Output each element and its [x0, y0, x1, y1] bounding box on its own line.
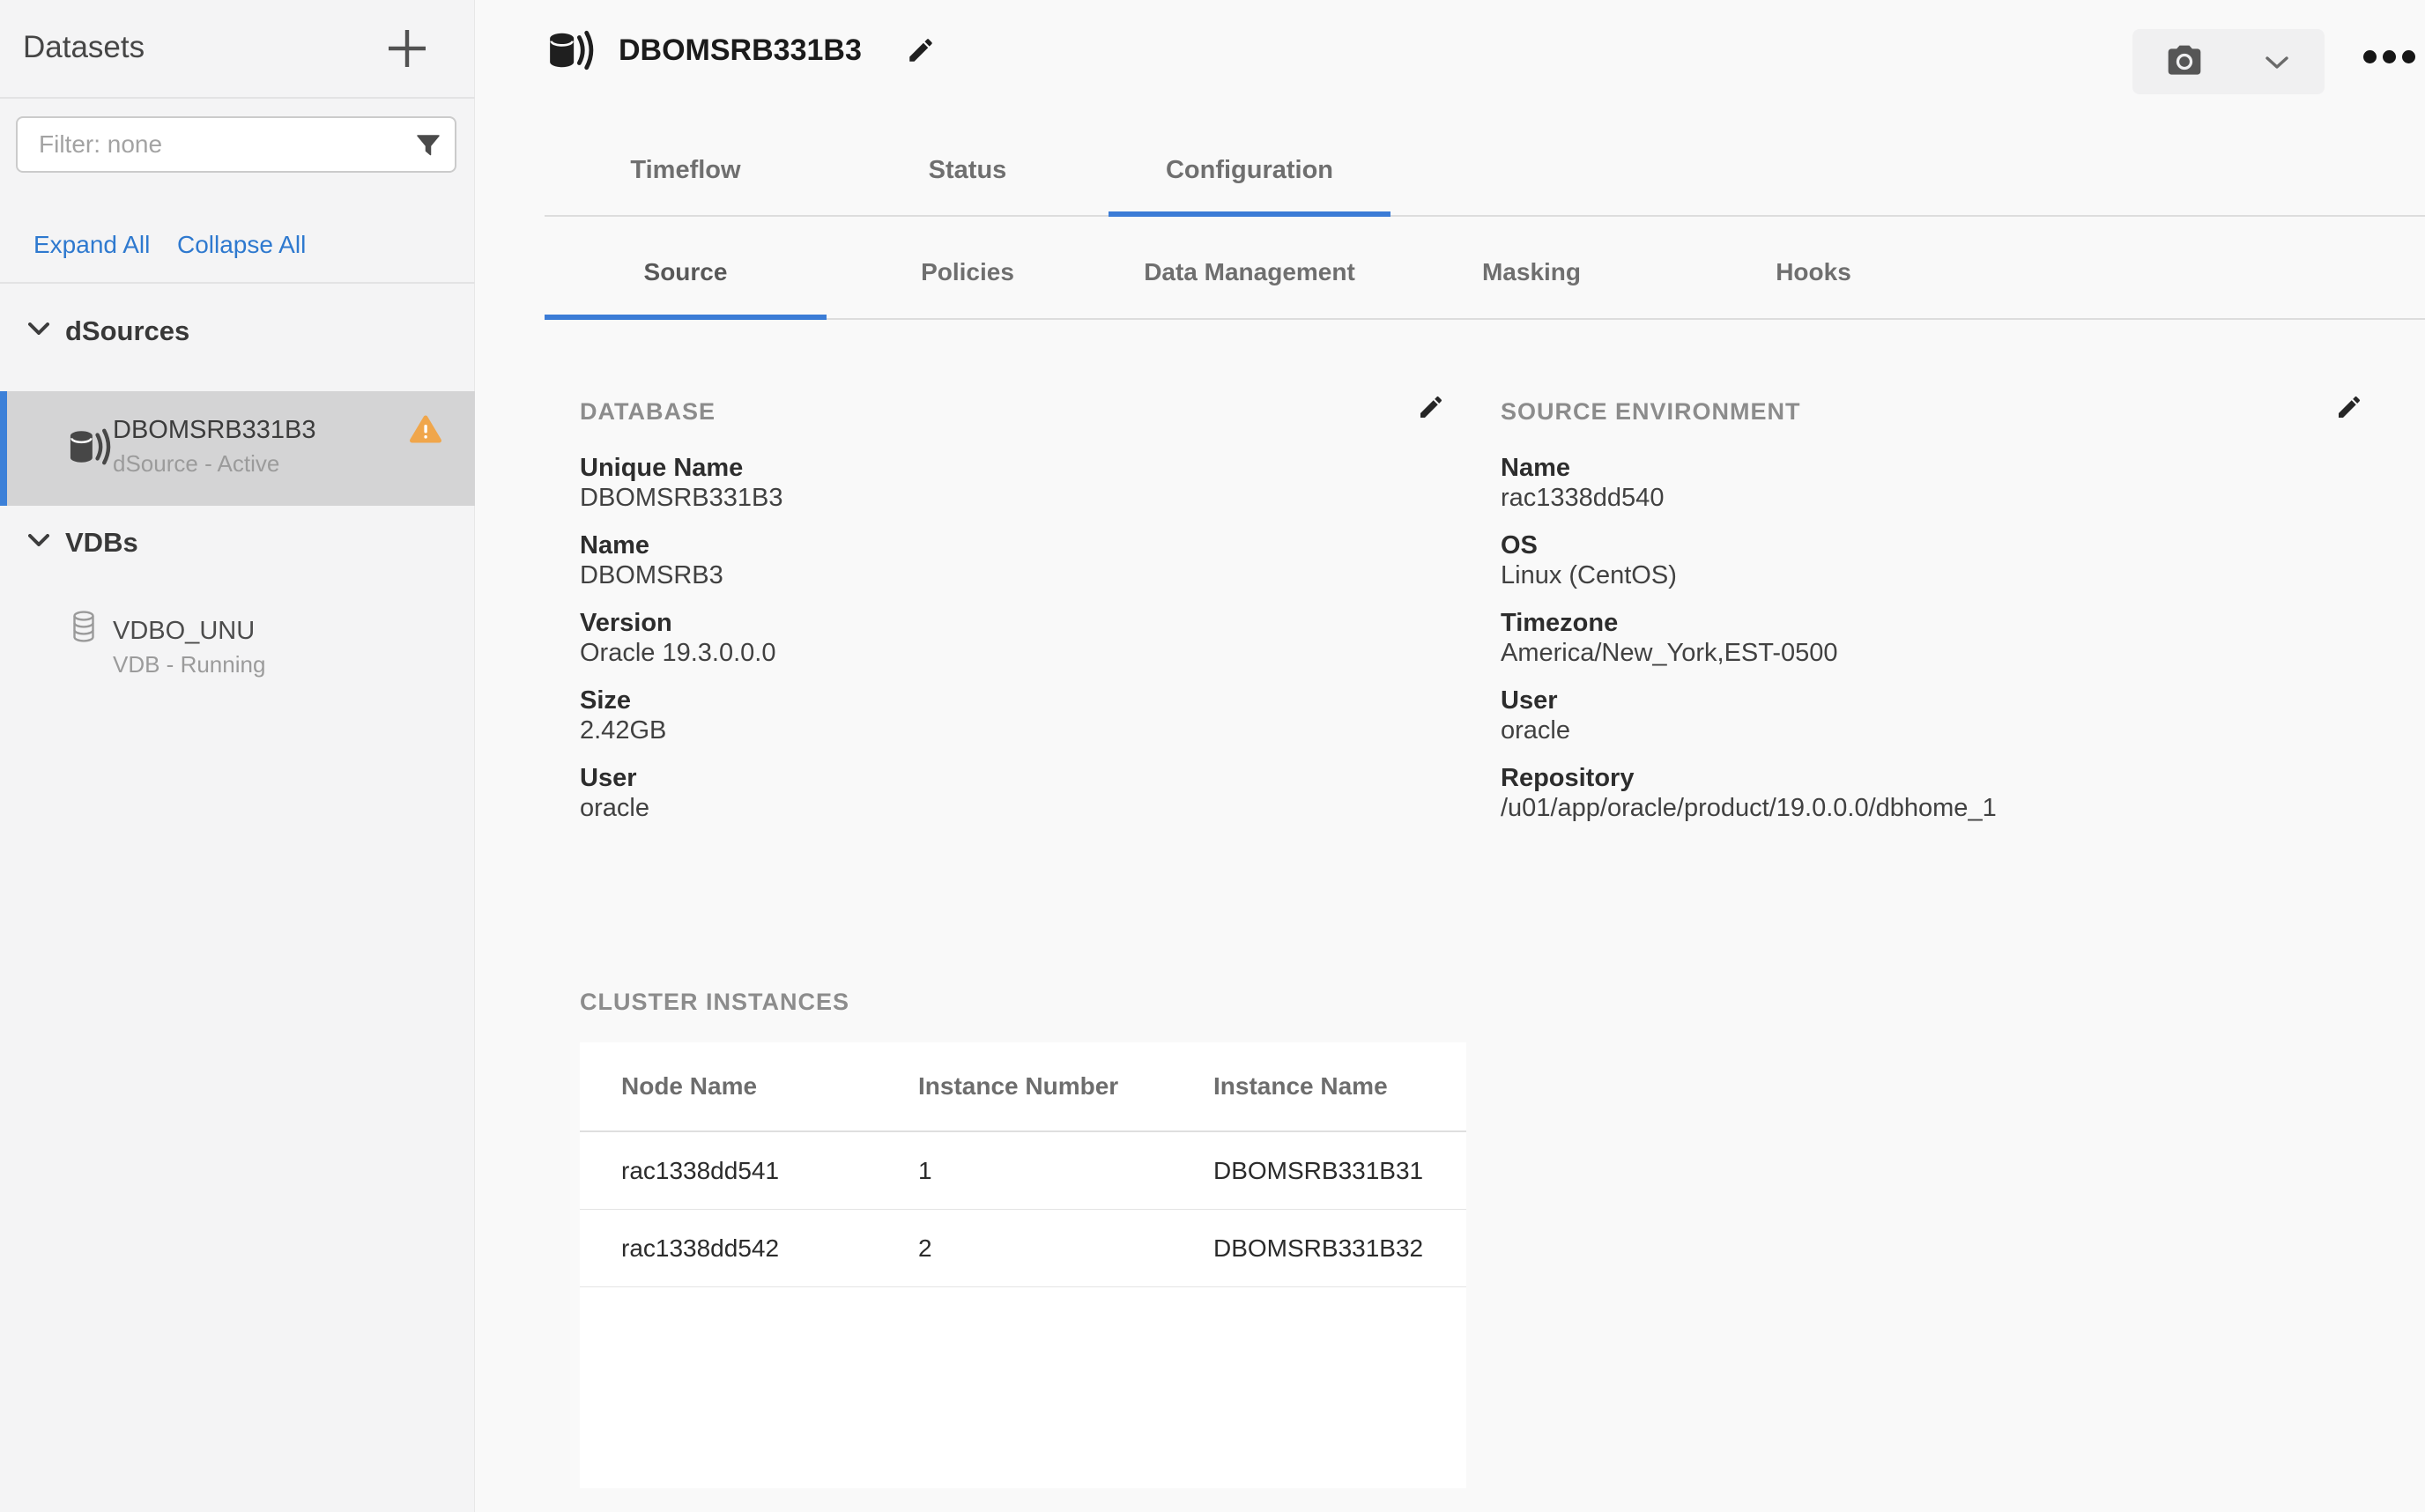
field-value: /u01/app/oracle/product/19.0.0.0/dbhome_… [1501, 793, 2364, 823]
cell-instance-name: DBOMSRB331B32 [1213, 1234, 1466, 1263]
dataset-name: DBOMSRB331B3 [113, 416, 316, 445]
field-repository: Repository /u01/app/oracle/product/19.0.… [1501, 763, 2364, 823]
field-label: Timezone [1501, 608, 2364, 638]
more-actions-button[interactable] [2363, 50, 2415, 63]
tab-timeflow[interactable]: Timeflow [545, 125, 827, 215]
ellipsis-dot [2402, 50, 2415, 63]
subtab-masking[interactable]: Masking [1390, 218, 1672, 318]
sidebar-item-dbomsrb331b3[interactable]: DBOMSRB331B3 dSource - Active [0, 391, 475, 506]
field-label: Version [580, 608, 1443, 638]
ellipsis-dot [2363, 50, 2377, 63]
chevron-down-icon[interactable] [2265, 56, 2289, 70]
chevron-down-icon [28, 534, 49, 546]
filter-box [16, 116, 456, 173]
edit-source-environment-pencil-icon[interactable] [2335, 393, 2363, 421]
configuration-subtabbar: Source Policies Data Management Masking … [545, 218, 2425, 320]
cell-instance-name: DBOMSRB331B31 [1213, 1157, 1466, 1185]
field-value: oracle [580, 793, 1443, 823]
field-label: Repository [1501, 763, 2364, 793]
expand-all-link[interactable]: Expand All [33, 231, 150, 259]
snapshot-button-group[interactable] [2132, 29, 2325, 94]
chevron-down-icon [28, 322, 49, 335]
field-unique-name: Unique Name DBOMSRB331B3 [580, 453, 1443, 513]
field-value: oracle [1501, 715, 2364, 745]
sidebar-item-vdbo-unu[interactable]: VDBO_UNU VDB - Running [0, 599, 475, 687]
subtab-data-management[interactable]: Data Management [1109, 218, 1390, 318]
edit-title-pencil-icon[interactable] [906, 35, 936, 65]
subtab-hooks[interactable]: Hooks [1672, 218, 1954, 318]
sidebar-group-vdbs[interactable]: VDBs [0, 522, 475, 574]
camera-icon[interactable] [2164, 42, 2205, 81]
field-label: User [580, 763, 1443, 793]
field-value: Linux (CentOS) [1501, 560, 2364, 590]
table-row[interactable]: rac1338dd541 1 DBOMSRB331B31 [580, 1132, 1466, 1210]
source-environment-section-label: SOURCE ENVIRONMENT [1501, 398, 1801, 426]
cell-node-name: rac1338dd541 [621, 1157, 918, 1185]
field-value: DBOMSRB3 [580, 560, 1443, 590]
field-value: Oracle 19.3.0.0.0 [580, 638, 1443, 668]
page-title: DBOMSRB331B3 [619, 33, 862, 68]
group-label: VDBs [65, 527, 138, 559]
dataset-status: VDB - Running [113, 651, 265, 678]
group-label: dSources [65, 315, 189, 347]
edit-database-pencil-icon[interactable] [1417, 393, 1445, 421]
field-value: rac1338dd540 [1501, 483, 2364, 513]
sidebar-divider [0, 97, 475, 99]
subtab-source[interactable]: Source [545, 218, 827, 318]
field-label: Size [580, 686, 1443, 715]
field-label: Name [580, 530, 1443, 560]
field-value: DBOMSRB331B3 [580, 483, 1443, 513]
field-label: Unique Name [580, 453, 1443, 483]
sidebar-divider [0, 282, 475, 284]
add-dataset-button[interactable] [385, 26, 429, 70]
sidebar-title: Datasets [23, 30, 145, 65]
ellipsis-dot [2383, 50, 2396, 63]
dataset-status: dSource - Active [113, 450, 279, 478]
filter-funnel-icon[interactable] [416, 134, 441, 157]
vdb-database-icon [70, 610, 97, 643]
dsource-icon [67, 426, 111, 467]
field-version: Version Oracle 19.3.0.0.0 [580, 608, 1443, 668]
field-value: America/New_York,EST-0500 [1501, 638, 2364, 668]
tab-configuration[interactable]: Configuration [1109, 125, 1390, 215]
cell-node-name: rac1338dd542 [621, 1234, 918, 1263]
field-timezone: Timezone America/New_York,EST-0500 [1501, 608, 2364, 668]
cell-instance-number: 1 [918, 1157, 1213, 1185]
field-user: User oracle [1501, 686, 2364, 745]
field-os: OS Linux (CentOS) [1501, 530, 2364, 590]
database-section-label: DATABASE [580, 398, 716, 426]
cell-instance-number: 2 [918, 1234, 1213, 1263]
cluster-instances-table: Node Name Instance Number Instance Name … [580, 1042, 1466, 1488]
cluster-instances-section-label: CLUSTER INSTANCES [580, 989, 849, 1016]
dsource-icon [546, 28, 594, 72]
field-label: OS [1501, 530, 2364, 560]
table-header-row: Node Name Instance Number Instance Name [580, 1042, 1466, 1132]
main-tabbar: Timeflow Status Configuration [545, 125, 2425, 217]
tab-status[interactable]: Status [827, 125, 1109, 215]
column-header-node-name: Node Name [621, 1072, 918, 1101]
column-header-instance-number: Instance Number [918, 1072, 1213, 1101]
field-name: Name DBOMSRB3 [580, 530, 1443, 590]
filter-input[interactable] [18, 118, 455, 171]
field-name: Name rac1338dd540 [1501, 453, 2364, 513]
field-label: User [1501, 686, 2364, 715]
dataset-name: VDBO_UNU [113, 617, 255, 646]
datasets-sidebar: Datasets Expand All Collapse All dSource… [0, 0, 475, 1512]
field-size: Size 2.42GB [580, 686, 1443, 745]
warning-icon [409, 414, 442, 444]
column-header-instance-name: Instance Name [1213, 1072, 1466, 1101]
sidebar-group-dsources[interactable]: dSources [0, 310, 475, 363]
plus-icon [389, 30, 426, 67]
table-row[interactable]: rac1338dd542 2 DBOMSRB331B32 [580, 1210, 1466, 1287]
field-user: User oracle [580, 763, 1443, 823]
subtab-policies[interactable]: Policies [827, 218, 1109, 318]
collapse-all-link[interactable]: Collapse All [177, 231, 306, 259]
field-value: 2.42GB [580, 715, 1443, 745]
field-label: Name [1501, 453, 2364, 483]
source-environment-fields: Name rac1338dd540 OS Linux (CentOS) Time… [1501, 453, 2364, 841]
database-fields: Unique Name DBOMSRB331B3 Name DBOMSRB3 V… [580, 453, 1443, 841]
